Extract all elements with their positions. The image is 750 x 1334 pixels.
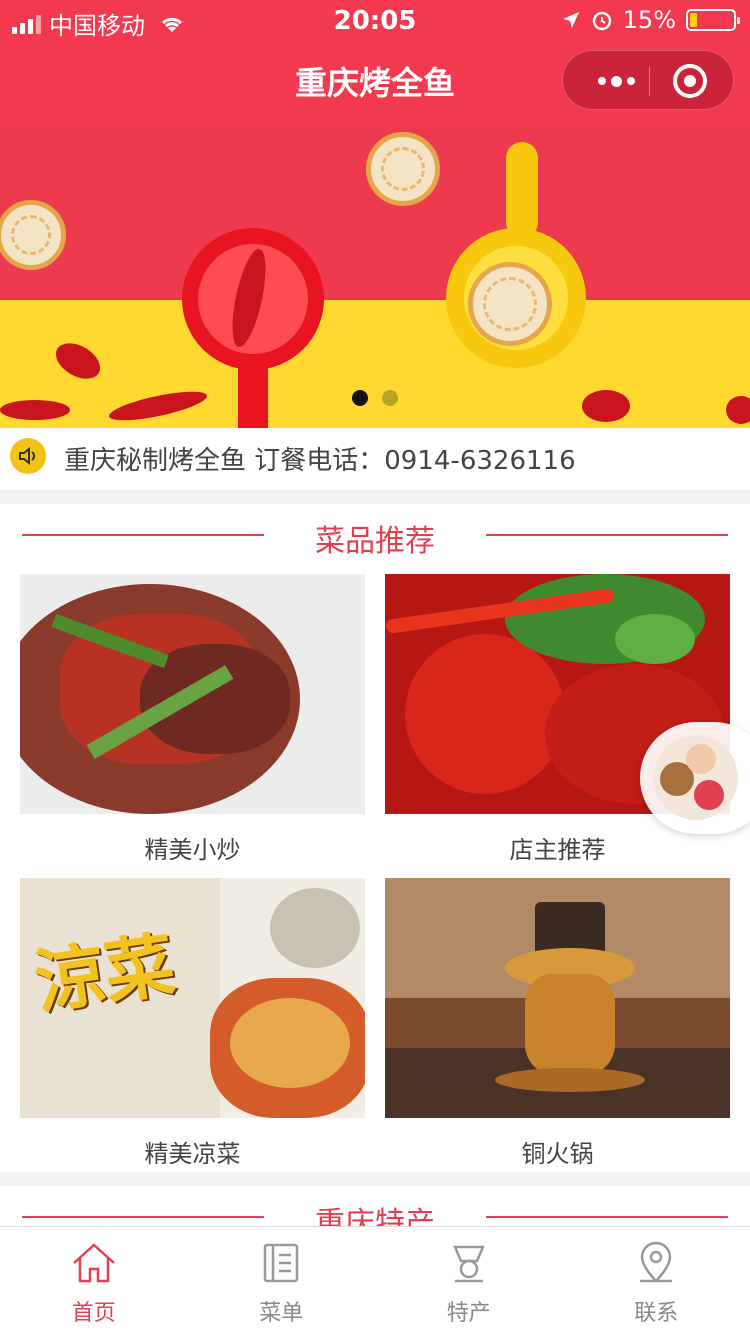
- dish-card[interactable]: 涼菜 精美凉菜: [20, 878, 365, 1168]
- tab-label: 特产: [446, 1301, 491, 1326]
- dish-label: 铜火锅: [521, 1140, 594, 1168]
- location-icon: [640, 1241, 673, 1283]
- notice-bar: 重庆秘制烤全鱼 订餐电话：0914-6326116: [0, 428, 750, 490]
- lemon-slice-image: [468, 262, 552, 346]
- banner-carousel[interactable]: [0, 128, 750, 428]
- notice-text: 重庆秘制烤全鱼 订餐电话：0914-6326116: [64, 446, 576, 476]
- dish-label: 店主推荐: [509, 836, 606, 864]
- dish-card[interactable]: 铜火锅: [385, 878, 730, 1168]
- speaker-icon: [10, 438, 46, 474]
- dish-image: [385, 878, 730, 1118]
- carousel-dot[interactable]: [382, 390, 398, 406]
- tab-home[interactable]: 首页: [0, 1227, 188, 1334]
- carousel-indicator: [0, 390, 750, 406]
- menu-book-icon: [264, 1243, 299, 1283]
- tab-contact[interactable]: 联系: [563, 1227, 750, 1334]
- tab-label: 联系: [634, 1301, 679, 1326]
- battery-icon: [686, 9, 740, 31]
- close-mini-program-button[interactable]: [673, 64, 707, 98]
- tab-specialty[interactable]: 特产: [375, 1227, 563, 1334]
- more-button[interactable]: [583, 51, 649, 111]
- capsule-divider: [649, 66, 650, 96]
- home-icon: [72, 1243, 115, 1283]
- battery-percent: 15%: [622, 6, 676, 34]
- dish-image: 涼菜: [20, 878, 365, 1118]
- shop-logo-icon: [654, 736, 738, 820]
- mini-program-capsule: [562, 50, 734, 110]
- tab-label: 菜单: [259, 1301, 304, 1326]
- lemon-slice-image: [0, 200, 66, 270]
- tab-bar: 首页 菜单 特产 联系: [0, 1226, 750, 1334]
- dish-image: [20, 574, 365, 814]
- top-bar: 中国移动 20:05 15% 重庆烤全鱼: [0, 0, 750, 128]
- section-title: 菜品推荐: [315, 524, 435, 559]
- section-header: 菜品推荐: [0, 504, 750, 568]
- alarm-icon: [592, 11, 611, 31]
- tab-menu[interactable]: 菜单: [188, 1227, 376, 1334]
- dish-label: 精美凉菜: [144, 1140, 241, 1168]
- tab-label: 首页: [71, 1301, 116, 1326]
- dish-card[interactable]: 精美小炒: [20, 574, 365, 864]
- recommend-section: 菜品推荐 精美小炒 店主推荐 涼菜 精美凉菜 铜火锅: [0, 504, 750, 1172]
- dish-label: 精美小炒: [144, 836, 241, 864]
- poster-art: 涼菜: [29, 922, 180, 1025]
- carousel-dot-active[interactable]: [352, 390, 368, 406]
- location-arrow-icon: [562, 12, 579, 28]
- lemon-slice-image: [366, 132, 440, 206]
- specialty-icon: [452, 1245, 485, 1283]
- floating-contact-button[interactable]: [640, 722, 750, 834]
- status-bar: 中国移动 20:05 15%: [0, 0, 750, 40]
